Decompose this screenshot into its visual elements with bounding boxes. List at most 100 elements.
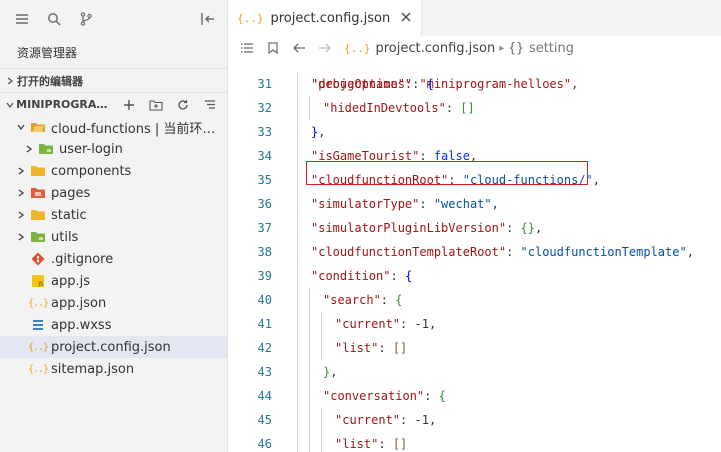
code-text: "cloudfunctionTemplateRoot": "cloudfunct… [311,240,694,264]
code-line: 34 "isGameTourist": false, [229,144,721,168]
code-token: "cloudfunctionRoot" [311,173,449,187]
code-token: , [428,413,437,427]
chevron-down-icon [3,101,16,109]
tree-item-app-json[interactable]: {..} app.json [0,292,227,314]
tree-item-user-login[interactable]: user-login [0,138,227,160]
code-text: "search": { [323,288,402,312]
menu-icon[interactable] [6,0,38,38]
tree-item-components[interactable]: components [0,160,227,182]
tree-item-label: sitemap.json [51,361,135,377]
code-line: 43}, [229,360,721,384]
tree-item-gitignore[interactable]: .gitignore [0,248,227,270]
breadcrumb-file[interactable]: project.config.json [376,41,496,56]
collapse-all-icon[interactable] [199,94,221,116]
tree-item-app-js[interactable]: JS app.js [0,270,227,292]
tree-item-label: project.config.json [51,339,171,355]
indent-guide [297,408,298,432]
code-text: "list": [] [335,432,407,452]
line-number: 36 [257,197,272,211]
tree-item-label: app.js [51,273,90,289]
indent-guide [297,432,298,452]
code-text: "simulatorType": "wechat", [311,192,499,216]
code-line: 40 "search": { [229,288,721,312]
code-line: 45 "current": -1, [229,408,721,432]
tree-item-cloud-functions[interactable]: cloud-functions | 当前环境: ... [0,116,227,138]
code-token: "cloudfunctionTemplate" [520,245,687,259]
tree-item-sitemap-json[interactable]: {..} sitemap.json [0,358,227,380]
code-token: , [318,125,326,139]
tree-item-label: utils [51,229,79,245]
line-number: 33 [257,125,272,139]
code-token: { [426,77,434,91]
code-token: "cloud-functions/" [462,173,593,187]
new-folder-icon[interactable] [145,94,167,116]
code-text: "debugOptions": { [311,72,434,96]
indent-guide [297,336,298,360]
tree-item-project-config-json[interactable]: {..} project.config.json [0,336,227,358]
chevron-right-icon [15,211,27,219]
code-token: "list" [335,341,379,355]
chevron-right-icon [23,145,35,153]
red-folder-icon [30,185,46,201]
indent-guide [297,216,298,240]
tab-project-config[interactable]: {..} project.config.json [229,0,423,36]
tree-item-pages[interactable]: pages [0,182,227,204]
explorer-title: 资源管理器 [17,46,78,60]
css-file-icon [30,317,46,333]
code-token: "hidedInDevtools" [323,101,446,115]
indent-guide [309,336,310,360]
code-token: : [506,245,521,259]
tree-item-label: static [51,207,87,223]
indent-guide [297,192,298,216]
project-section[interactable]: MINIPROGRAM-... [0,92,227,116]
chevron-right-icon [15,167,27,175]
tab-bar: {..} project.config.json [229,0,721,36]
code-token: , [428,317,437,331]
chevron-right-icon [15,233,27,241]
indent-guide [309,312,310,336]
tree-item-utils[interactable]: utils [0,226,227,248]
code-editor: {..} project.config.json {..} project.co… [229,0,721,452]
code-line: 41 "current": -1, [229,312,721,336]
open-editors-section[interactable]: 打开的编辑器 [0,68,227,92]
code-token: : [424,389,439,403]
close-icon[interactable] [401,11,411,26]
tree-item-app-wxss[interactable]: app.wxss [0,314,227,336]
code-line: 44 "conversation": { [229,384,721,408]
code-text: "isGameTourist": false, [311,144,477,168]
chevron-right-icon [15,189,27,197]
code-text: "condition": { [311,264,412,288]
code-line: 38 "cloudfunctionTemplateRoot": "cloudfun… [229,240,721,264]
code-area[interactable]: "projectname": "miniprogram-helloes", 31… [229,63,721,452]
tree-item-label: .gitignore [51,251,114,267]
tree-item-static[interactable]: static [0,204,227,226]
json-file-icon: {..} [344,41,371,55]
indent-guide [297,312,298,336]
collapse-sidebar-icon[interactable] [193,0,223,38]
list-icon[interactable] [234,42,260,54]
indent-guide [309,96,310,120]
back-arrow-icon[interactable] [286,42,312,54]
file-tree: cloud-functions | 当前环境: ... user-login com… [0,116,227,380]
refresh-icon[interactable] [172,94,194,116]
new-file-icon[interactable] [118,94,140,116]
line-number: 32 [257,101,272,115]
code-token: false [433,149,470,163]
code-token: , [592,173,601,187]
indent-guide [309,432,310,452]
code-token: : [419,197,434,211]
forward-arrow-icon[interactable] [312,42,338,54]
breadcrumb-symbol[interactable]: setting [529,41,574,56]
folder-icon [30,163,46,179]
bookmark-icon[interactable] [260,42,286,54]
code-line: 36 "simulatorType": "wechat", [229,192,721,216]
search-icon[interactable] [38,0,70,38]
code-line: 46 "list": [] [229,432,721,452]
source-control-icon[interactable] [70,0,102,38]
code-text: "current": -1, [335,312,436,336]
code-text: }, [311,120,325,144]
line-number: 42 [257,341,272,355]
code-token: : [390,269,405,283]
indent-guide [297,120,298,144]
indent-guide [321,408,322,432]
